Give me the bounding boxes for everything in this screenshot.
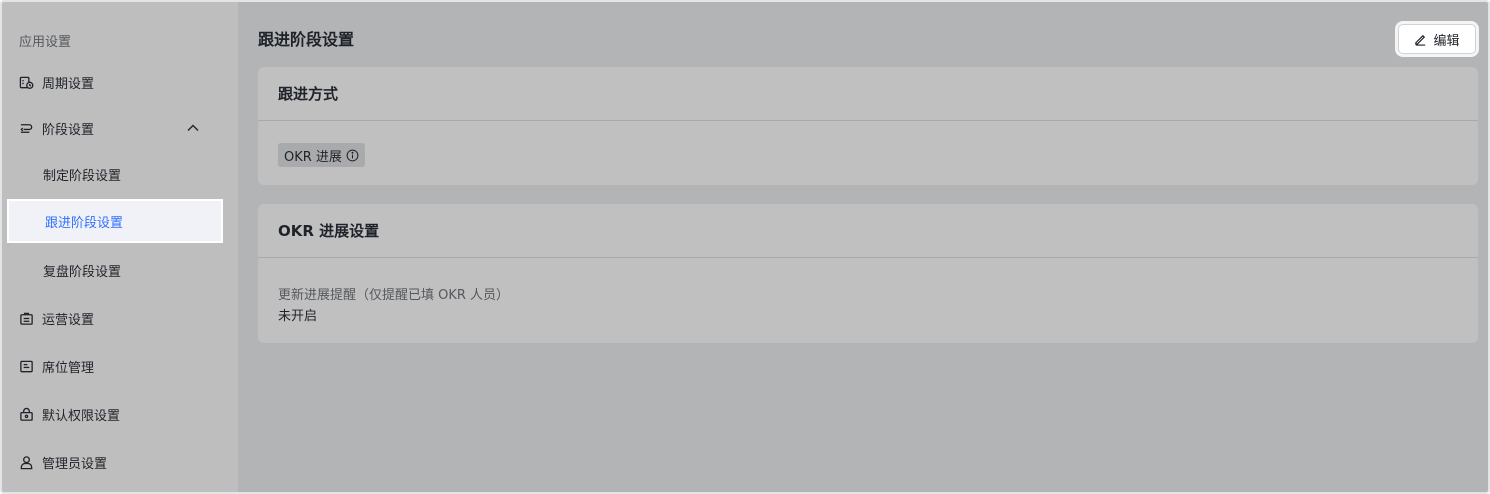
seat-icon <box>18 358 34 374</box>
sidebar-subitem-review[interactable]: 复盘阶段设置 <box>7 248 223 292</box>
sidebar-item-seat[interactable]: 席位管理 <box>2 348 238 384</box>
user-icon <box>18 454 34 470</box>
stage-icon <box>18 120 34 136</box>
sidebar-item-label: 默认权限设置 <box>42 408 121 424</box>
follow-method-card: 跟进方式 OKR 进展 <box>258 67 1478 185</box>
sidebar-item-label: 管理员设置 <box>42 456 108 472</box>
sidebar-subitem-label: 复盘阶段设置 <box>43 264 122 280</box>
sidebar-item-cycle[interactable]: 周期设置 <box>2 64 238 100</box>
card-title: 跟进方式 <box>258 67 1478 121</box>
sidebar-subitem-label: 跟进阶段设置 <box>45 215 124 231</box>
method-tag: OKR 进展 <box>278 143 365 167</box>
sidebar: 应用设置 周期设置 阶段设置 制定阶段设置 跟进阶段设置 复盘阶段设置 运营设置… <box>2 2 238 492</box>
sidebar-heading: 应用设置 <box>19 35 72 50</box>
card-title: OKR 进展设置 <box>258 204 1478 258</box>
sidebar-item-label: 周期设置 <box>42 76 95 92</box>
info-icon[interactable] <box>346 149 359 162</box>
reminder-value: 未开启 <box>278 309 318 324</box>
edit-button[interactable]: 编辑 <box>1398 24 1476 54</box>
sidebar-item-admin[interactable]: 管理员设置 <box>2 444 238 480</box>
edit-button-label: 编辑 <box>1433 33 1460 49</box>
main-content: 跟进阶段设置 编辑 跟进方式 OKR 进展 OKR 进展设置 更新进展提醒（仅提… <box>238 2 1488 492</box>
calendar-icon <box>18 74 34 90</box>
edit-icon <box>1415 34 1426 46</box>
okr-progress-card: OKR 进展设置 更新进展提醒（仅提醒已填 OKR 人员） 未开启 <box>258 204 1478 343</box>
sidebar-subitem-follow[interactable]: 跟进阶段设置 <box>7 199 223 243</box>
sidebar-item-stage[interactable]: 阶段设置 <box>2 110 238 146</box>
sidebar-item-permission[interactable]: 默认权限设置 <box>2 396 238 432</box>
sidebar-item-label: 运营设置 <box>42 312 95 328</box>
app-window: 应用设置 周期设置 阶段设置 制定阶段设置 跟进阶段设置 复盘阶段设置 运营设置… <box>0 0 1490 494</box>
sidebar-item-operation[interactable]: 运营设置 <box>2 300 238 336</box>
sidebar-item-label: 阶段设置 <box>42 122 95 138</box>
sidebar-item-label: 席位管理 <box>42 360 95 376</box>
operation-icon <box>18 310 34 326</box>
sidebar-subitem-plan[interactable]: 制定阶段设置 <box>7 152 223 196</box>
lock-icon <box>18 406 34 422</box>
page-title: 跟进阶段设置 <box>258 30 355 49</box>
method-tag-label: OKR 进展 <box>284 149 342 165</box>
chevron-up-icon[interactable] <box>186 121 200 135</box>
sidebar-subitem-label: 制定阶段设置 <box>43 168 122 184</box>
reminder-label: 更新进展提醒（仅提醒已填 OKR 人员） <box>278 288 510 303</box>
